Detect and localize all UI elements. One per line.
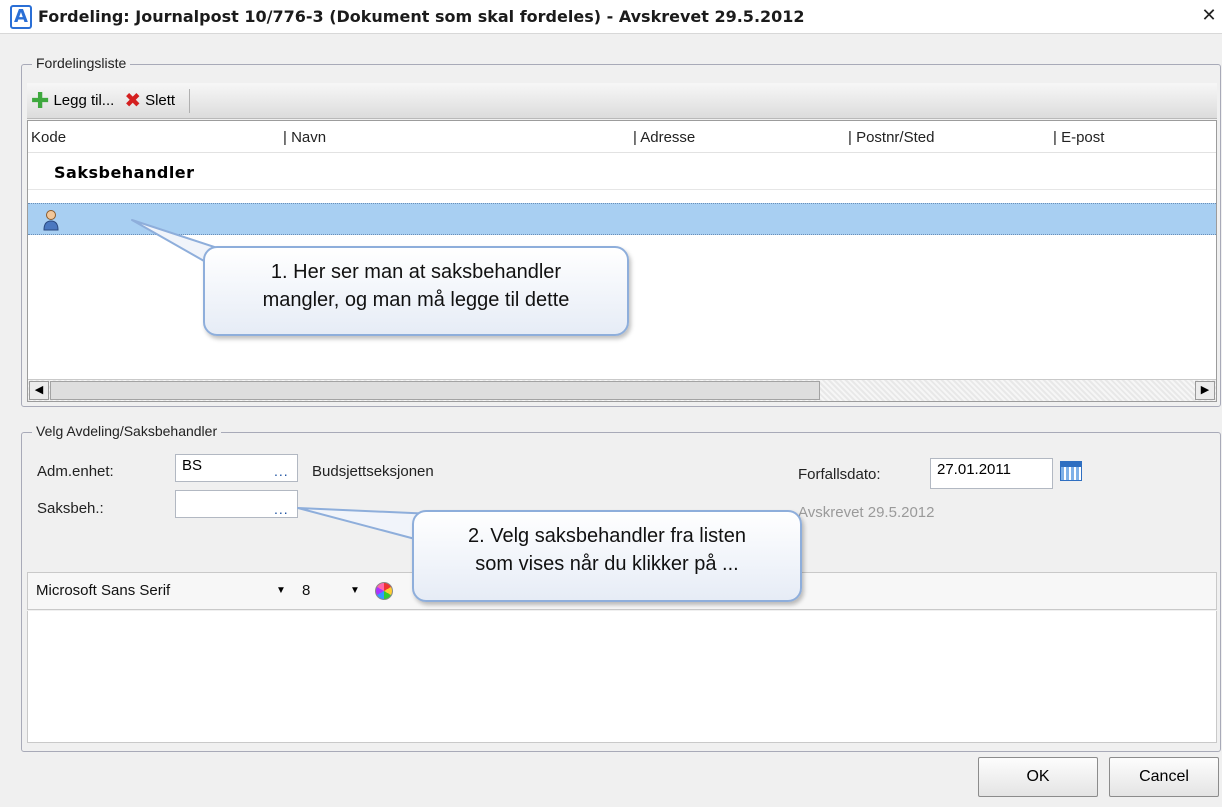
callout-select-handler: 2. Velg saksbehandler fra listen som vis… <box>412 510 802 602</box>
cancel-button[interactable]: Cancel <box>1109 757 1219 797</box>
window-title: Fordeling: Journalpost 10/776-3 (Dokumen… <box>38 7 805 26</box>
group-row-saksbehandler: Saksbehandler <box>54 163 195 182</box>
select-section-legend: Velg Avdeling/Saksbehandler <box>32 423 222 439</box>
adm-label: Adm.enhet: <box>37 463 114 480</box>
callout-line: 2. Velg saksbehandler fra listen <box>468 525 746 547</box>
group-divider <box>28 189 1216 190</box>
horizontal-scrollbar[interactable]: ◀ ▶ <box>28 379 1216 401</box>
list-toolbar: ✚ Legg til... ✖ Slett <box>27 83 1217 119</box>
written-off-text: Avskrevet 29.5.2012 <box>798 504 935 521</box>
saksbeh-lookup-button[interactable]: ... <box>274 501 289 517</box>
font-size-select[interactable]: 8 <box>302 582 310 599</box>
adm-lookup-button[interactable]: ... <box>274 463 289 479</box>
add-button-label: Legg til... <box>53 92 115 109</box>
toolbar-separator <box>189 88 191 113</box>
scrollbar-thumb[interactable] <box>50 381 820 400</box>
column-header-navn[interactable]: | Navn <box>283 129 326 146</box>
column-header-adresse[interactable]: | Adresse <box>633 129 695 146</box>
saksbeh-label: Saksbeh.: <box>37 500 104 517</box>
adm-value: BS <box>182 457 203 474</box>
color-palette-icon[interactable] <box>375 582 393 600</box>
distribution-list-legend: Fordelingsliste <box>32 55 131 71</box>
callout-line: 1. Her ser man at saksbehandler <box>270 261 562 283</box>
app-icon: A <box>10 4 32 29</box>
add-button[interactable]: ✚ Legg til... <box>31 87 115 113</box>
adm-description: Budsjettseksjonen <box>312 463 434 480</box>
delete-button-label: Slett <box>145 92 176 109</box>
calendar-icon[interactable] <box>1060 461 1082 481</box>
person-icon <box>43 210 59 231</box>
callout-line: mangler, og man må legge til dette <box>262 289 570 311</box>
plus-icon: ✚ <box>31 87 50 113</box>
title-bar: A Fordeling: Journalpost 10/776-3 (Dokum… <box>0 0 1222 34</box>
grid-header: Kode | Navn | Adresse | Postnr/Sted | E-… <box>28 121 1216 153</box>
column-header-kode[interactable]: Kode <box>31 129 66 146</box>
delete-icon: ✖ <box>124 89 142 112</box>
ok-button[interactable]: OK <box>978 757 1098 797</box>
scroll-left-icon[interactable]: ◀ <box>29 381 49 400</box>
text-editor[interactable] <box>27 611 1217 743</box>
due-date-input[interactable]: 27.01.2011 <box>930 458 1053 489</box>
font-name-select[interactable]: Microsoft Sans Serif <box>36 582 170 599</box>
scroll-right-icon[interactable]: ▶ <box>1195 381 1215 400</box>
close-icon[interactable]: ✕ <box>1198 7 1220 27</box>
font-name-dropdown-icon[interactable]: ▼ <box>276 585 286 596</box>
font-size-dropdown-icon[interactable]: ▼ <box>350 585 360 596</box>
delete-button[interactable]: ✖ Slett <box>124 91 175 111</box>
callout-missing-handler: 1. Her ser man at saksbehandler mangler,… <box>203 246 629 336</box>
callout-line: som vises når du klikker på ... <box>475 553 739 575</box>
due-date-label: Forfallsdato: <box>798 466 881 483</box>
column-header-postnr[interactable]: | Postnr/Sted <box>848 129 934 146</box>
due-date-value: 27.01.2011 <box>937 461 1011 478</box>
column-header-epost[interactable]: | E-post <box>1053 129 1104 146</box>
